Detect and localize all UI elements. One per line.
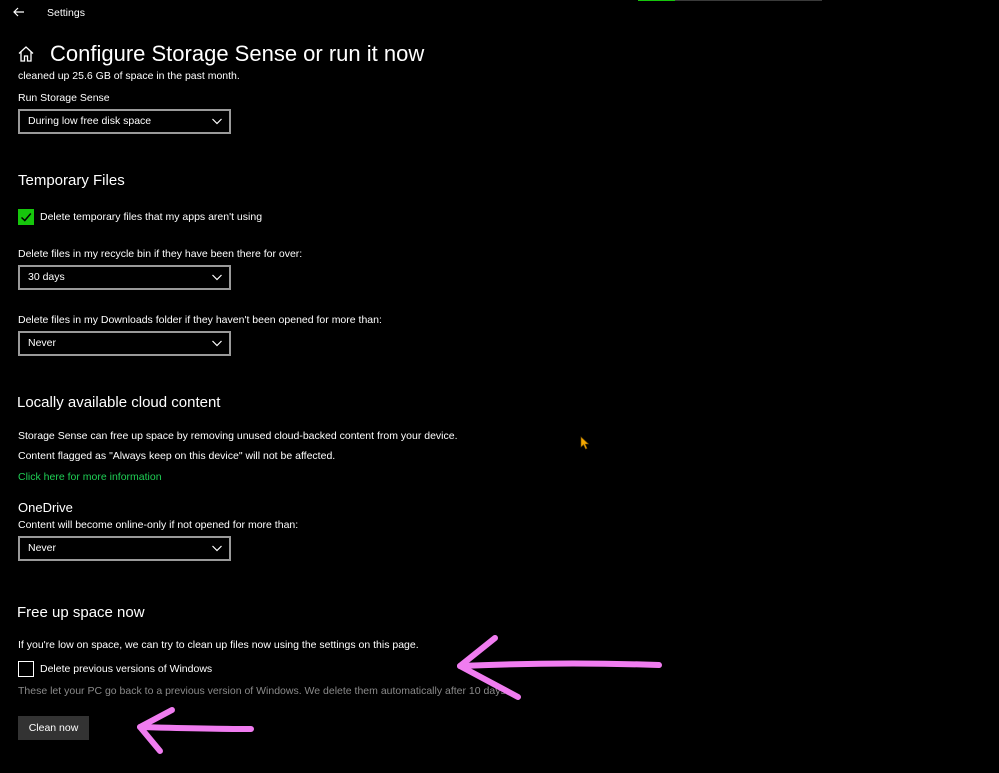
page-title: Configure Storage Sense or run it now [50, 41, 425, 66]
delete-previous-windows-note: These let your PC go back to a previous … [18, 685, 509, 697]
delete-previous-windows-label: Delete previous versions of Windows [40, 663, 213, 675]
run-storage-sense-dropdown[interactable]: During low free disk space [18, 109, 231, 134]
cloud-description-line2: Content flagged as "Always keep on this … [18, 450, 336, 462]
clean-now-button[interactable]: Clean now [18, 716, 89, 740]
app-title: Settings [47, 7, 85, 19]
progress-bar [638, 0, 822, 1]
onedrive-value: Never [28, 542, 57, 554]
delete-temp-files-label: Delete temporary files that my apps aren… [40, 211, 263, 223]
cloud-description-line1: Storage Sense can free up space by remov… [18, 430, 458, 442]
downloads-value: Never [28, 337, 57, 349]
chevron-down-icon [212, 274, 222, 281]
run-storage-sense-value: During low free disk space [28, 115, 152, 127]
onedrive-label: Content will become online-only if not o… [18, 519, 299, 531]
home-icon [18, 46, 34, 62]
chevron-down-icon [212, 340, 222, 347]
free-up-intro: If you're low on space, we can try to cl… [18, 639, 419, 651]
temporary-files-heading: Temporary Files [18, 172, 125, 189]
checkmark-icon [20, 213, 32, 222]
back-arrow-icon [13, 7, 24, 17]
delete-previous-windows-checkbox[interactable] [18, 661, 34, 677]
cloud-content-heading: Locally available cloud content [17, 394, 221, 411]
recycle-bin-value: 30 days [28, 271, 65, 283]
progress-bar-fill [638, 0, 675, 1]
annotation-arrow-button [137, 707, 254, 754]
run-storage-sense-label: Run Storage Sense [18, 92, 110, 104]
chevron-down-icon [212, 118, 222, 125]
delete-temp-files-checkbox[interactable] [18, 209, 34, 225]
downloads-label: Delete files in my Downloads folder if t… [18, 314, 382, 326]
chevron-down-icon [212, 545, 222, 552]
downloads-dropdown[interactable]: Never [18, 331, 231, 356]
home-button[interactable] [17, 45, 37, 65]
mouse-cursor-icon [580, 436, 590, 450]
settings-window: Settings Configure Storage Sense or run … [0, 0, 999, 773]
onedrive-dropdown[interactable]: Never [18, 536, 231, 561]
recycle-bin-dropdown[interactable]: 30 days [18, 265, 231, 290]
free-up-space-heading: Free up space now [17, 604, 145, 621]
storage-summary-text: cleaned up 25.6 GB of space in the past … [18, 70, 240, 82]
back-button[interactable] [10, 3, 28, 21]
recycle-bin-label: Delete files in my recycle bin if they h… [18, 248, 303, 260]
onedrive-heading: OneDrive [18, 500, 73, 515]
more-information-link[interactable]: Click here for more information [18, 471, 162, 483]
storage-summary: cleaned up 25.6 GB of space in the past … [18, 68, 418, 84]
